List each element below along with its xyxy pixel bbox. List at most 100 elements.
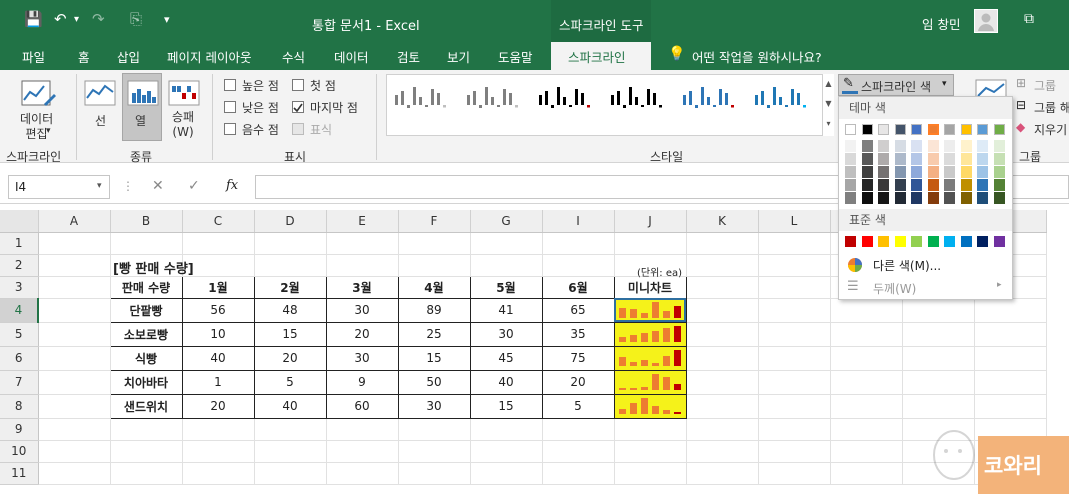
group-button[interactable]: 그룹 xyxy=(1034,77,1056,94)
cell[interactable] xyxy=(470,440,543,463)
standard-color-swatch[interactable] xyxy=(861,236,873,247)
sales-value[interactable]: 60 xyxy=(325,393,399,419)
eraser-icon[interactable]: ◆ xyxy=(1016,120,1025,134)
theme-color-swatch[interactable] xyxy=(861,179,873,191)
theme-color-swatch[interactable] xyxy=(845,192,856,204)
row-header[interactable]: 10 xyxy=(0,440,39,463)
row-header[interactable]: 4 xyxy=(0,298,39,323)
cell[interactable] xyxy=(758,276,831,299)
cell[interactable] xyxy=(470,418,543,441)
cell[interactable] xyxy=(974,370,1047,395)
theme-color-swatch[interactable] xyxy=(977,166,988,178)
cell[interactable] xyxy=(974,394,1047,419)
cancel-icon[interactable]: ✕ xyxy=(152,178,164,194)
more-colors-item[interactable]: 다른 색(M)... xyxy=(839,253,1012,277)
cell[interactable] xyxy=(326,462,399,485)
row-header[interactable]: 8 xyxy=(0,394,39,419)
cell[interactable] xyxy=(182,418,255,441)
cell[interactable] xyxy=(758,394,831,419)
cell[interactable] xyxy=(686,276,759,299)
cell[interactable] xyxy=(470,462,543,485)
col-header[interactable]: A xyxy=(38,210,111,233)
cell[interactable] xyxy=(902,322,975,347)
cell[interactable] xyxy=(830,322,903,347)
table-header[interactable]: 4월 xyxy=(397,275,471,299)
sales-value[interactable]: 48 xyxy=(253,297,327,323)
theme-color-swatch[interactable] xyxy=(993,153,1005,165)
cell[interactable] xyxy=(758,440,831,463)
save-icon[interactable]: 💾 xyxy=(24,10,43,28)
sales-value[interactable]: 40 xyxy=(253,393,327,419)
row-header[interactable]: 7 xyxy=(0,370,39,395)
cell[interactable] xyxy=(758,370,831,395)
cell[interactable] xyxy=(902,394,975,419)
col-header[interactable]: C xyxy=(182,210,255,233)
theme-color-swatch[interactable] xyxy=(977,192,988,204)
cell[interactable] xyxy=(326,254,399,277)
tab-1[interactable]: 홈 xyxy=(78,47,90,66)
theme-color-swatch[interactable] xyxy=(977,124,988,135)
cell[interactable] xyxy=(686,346,759,371)
cell[interactable] xyxy=(758,298,831,323)
edit-data-icon[interactable] xyxy=(18,78,58,112)
row-header[interactable]: 1 xyxy=(0,232,39,255)
tab-4[interactable]: 수식 xyxy=(282,47,305,66)
cell[interactable] xyxy=(758,346,831,371)
col-header[interactable]: D xyxy=(254,210,327,233)
sales-value[interactable]: 56 xyxy=(181,297,255,323)
sales-value[interactable]: 30 xyxy=(469,321,543,347)
theme-color-swatch[interactable] xyxy=(878,124,889,135)
sales-value[interactable]: 50 xyxy=(397,369,471,395)
line-sparkline-icon[interactable] xyxy=(82,78,118,108)
sales-value[interactable]: 5 xyxy=(253,369,327,395)
theme-color-swatch[interactable] xyxy=(944,166,955,178)
theme-color-swatch[interactable] xyxy=(927,192,939,204)
sales-value[interactable]: 10 xyxy=(181,321,255,347)
theme-color-swatch[interactable] xyxy=(861,192,873,204)
product-name[interactable]: 샌드위치 xyxy=(109,393,183,419)
theme-color-swatch[interactable] xyxy=(927,153,939,165)
cell[interactable] xyxy=(830,346,903,371)
theme-color-swatch[interactable] xyxy=(911,192,922,204)
cell[interactable] xyxy=(110,232,183,255)
theme-color-swatch[interactable] xyxy=(927,179,939,191)
cell[interactable] xyxy=(182,232,255,255)
standard-color-swatch[interactable] xyxy=(894,236,906,247)
cell[interactable] xyxy=(542,440,615,463)
standard-color-swatch[interactable] xyxy=(960,236,972,247)
theme-color-swatch[interactable] xyxy=(861,166,873,178)
cell[interactable] xyxy=(110,462,183,485)
cell[interactable] xyxy=(398,232,471,255)
winloss-sparkline-button[interactable]: 승패 (W) xyxy=(172,110,194,140)
cell[interactable] xyxy=(38,322,111,347)
cell[interactable] xyxy=(902,370,975,395)
theme-color-swatch[interactable] xyxy=(878,166,889,178)
row-header[interactable]: 3 xyxy=(0,276,39,299)
theme-color-swatch[interactable] xyxy=(944,153,955,165)
theme-color-swatch[interactable] xyxy=(960,179,972,191)
sales-value[interactable]: 25 xyxy=(397,321,471,347)
sales-value[interactable]: 20 xyxy=(541,369,615,395)
theme-color-swatch[interactable] xyxy=(845,153,856,165)
col-header[interactable]: L xyxy=(758,210,831,233)
product-name[interactable]: 식빵 xyxy=(109,345,183,371)
col-header[interactable]: G xyxy=(470,210,543,233)
row-header[interactable]: 6 xyxy=(0,346,39,371)
sparkline-style-gallery[interactable] xyxy=(386,74,834,136)
sparkline-cell[interactable] xyxy=(613,297,687,323)
product-name[interactable]: 단팥빵 xyxy=(109,297,183,323)
table-header[interactable]: 미니차트 xyxy=(613,275,687,299)
cell[interactable] xyxy=(686,370,759,395)
tab-2[interactable]: 삽입 xyxy=(117,47,140,66)
cell[interactable] xyxy=(38,394,111,419)
last-point-checkbox[interactable] xyxy=(292,101,304,113)
cell[interactable] xyxy=(830,370,903,395)
sales-value[interactable]: 20 xyxy=(325,321,399,347)
sales-value[interactable]: 9 xyxy=(325,369,399,395)
cell[interactable] xyxy=(398,462,471,485)
theme-color-swatch[interactable] xyxy=(993,124,1005,135)
theme-color-swatch[interactable] xyxy=(911,166,922,178)
ungroup-icon[interactable]: ⊟ xyxy=(1016,98,1026,112)
first-point-checkbox[interactable] xyxy=(292,79,304,91)
theme-color-swatch[interactable] xyxy=(977,140,988,152)
